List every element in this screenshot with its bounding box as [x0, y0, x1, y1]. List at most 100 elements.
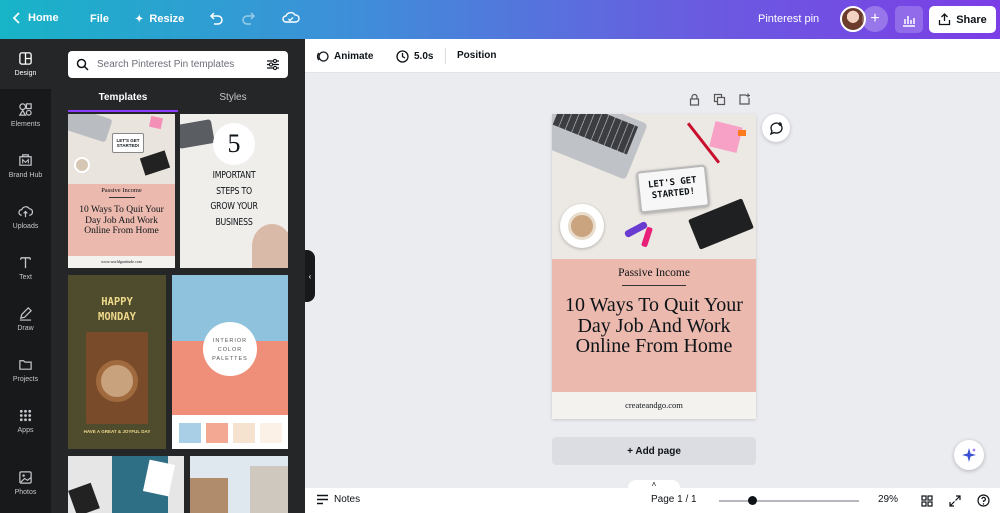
magic-assistant-button[interactable] — [954, 440, 984, 470]
add-comment-button[interactable] — [762, 114, 790, 142]
rail-item-draw[interactable]: Draw — [0, 294, 51, 344]
palette-swatch — [179, 423, 201, 443]
template-title: INTERIOR COLOR PALETTES — [203, 322, 257, 376]
search-icon — [76, 58, 89, 71]
add-collaborator-button[interactable]: + — [862, 6, 888, 32]
template-thumbnail[interactable]: LET'S GET STARTED! Passive Income 10 Way… — [68, 114, 175, 268]
animate-label: Animate — [334, 51, 374, 62]
resize-label: Resize — [149, 13, 185, 25]
rail-item-design[interactable]: Design — [0, 39, 51, 89]
page-indicator[interactable]: Page 1 / 1 — [651, 494, 697, 505]
coffee-cup — [560, 204, 604, 248]
template-footer: www.worldgratitude.com — [68, 256, 175, 268]
lock-icon[interactable] — [688, 93, 701, 106]
chevron-left-icon: ‹ — [308, 271, 312, 281]
rail-item-projects[interactable]: Projects — [0, 345, 51, 395]
position-button[interactable]: Position — [457, 50, 496, 61]
undo-icon — [209, 12, 223, 25]
search-box[interactable] — [68, 51, 288, 78]
rail-item-photos[interactable]: Photos — [0, 458, 51, 508]
template-thumbnail[interactable] — [190, 456, 288, 513]
grid-view-icon — [921, 495, 933, 507]
divider — [445, 48, 446, 64]
rail-item-apps[interactable]: Apps — [0, 396, 51, 446]
help-button[interactable] — [977, 494, 990, 507]
template-photo: LET'S GET STARTED! — [68, 114, 175, 184]
grid-view-button[interactable] — [921, 495, 933, 507]
filter-icon[interactable] — [266, 58, 280, 71]
template-subtitle: Passive Income — [101, 187, 142, 194]
cloud-upload-icon — [18, 206, 33, 218]
add-page-button[interactable]: + Add page — [552, 437, 756, 465]
rail-label: Draw — [17, 325, 34, 332]
home-button[interactable]: Home — [12, 12, 59, 24]
pin-subtitle: Passive Income — [618, 267, 690, 279]
template-thumbnail[interactable] — [68, 456, 184, 513]
share-button[interactable]: Share — [929, 6, 996, 33]
template-number: 5 — [213, 123, 255, 165]
tab-templates[interactable]: Templates — [68, 88, 178, 112]
rail-item-brand-hub[interactable]: Brand Hub — [0, 141, 51, 191]
help-icon — [977, 494, 990, 507]
bottom-bar: Notes Page 1 / 1 29% — [305, 488, 1000, 513]
search-input[interactable] — [97, 59, 258, 70]
text-icon — [20, 257, 31, 269]
pin-text-panel: Passive Income 10 Ways To Quit Your Day … — [552, 259, 756, 392]
pin-sign: LET'S GET STARTED! — [635, 164, 711, 214]
fullscreen-button[interactable] — [949, 495, 961, 507]
duration-label: 5.0s — [414, 51, 434, 62]
notes-button[interactable]: Notes — [316, 494, 360, 505]
redo-button[interactable] — [241, 10, 257, 26]
clock-icon — [396, 50, 409, 63]
template-thumbnail[interactable]: INTERIOR COLOR PALETTES — [172, 275, 288, 449]
template-sign: LET'S GET STARTED! — [112, 133, 144, 153]
resize-button[interactable]: ✦ Resize — [135, 13, 184, 25]
pen-icon — [19, 307, 32, 321]
add-page-icon[interactable] — [738, 93, 751, 106]
rail-label: Design — [14, 70, 37, 77]
rail-label: Uploads — [12, 223, 39, 230]
rail-item-text[interactable]: Text — [0, 243, 51, 293]
undo-button[interactable] — [208, 10, 224, 26]
sticky-note — [709, 120, 743, 154]
design-page[interactable]: LET'S GET STARTED! Passive Income 10 Way… — [552, 114, 756, 419]
laptop-shape — [552, 114, 648, 180]
notes-icon — [317, 494, 328, 505]
palette-swatch — [206, 423, 228, 443]
layout-icon — [19, 52, 32, 65]
left-rail: Design Elements Brand Hub Uploads Text D… — [0, 39, 51, 513]
collapse-panel-button[interactable]: ‹ — [305, 250, 315, 302]
template-footer: HAVE A GREAT & JOYFUL DAY — [83, 429, 151, 434]
duplicate-page-icon[interactable] — [713, 93, 726, 106]
image-icon — [19, 471, 32, 484]
template-thumbnail[interactable]: HAPPY MONDAY HAVE A GREAT & JOYFUL DAY — [68, 275, 166, 449]
zoom-slider-track[interactable] — [719, 500, 859, 502]
brand-icon — [19, 154, 32, 166]
pin-title: 10 Ways To Quit Your Day Job And Work On… — [565, 294, 743, 357]
pin-photo: LET'S GET STARTED! — [552, 114, 756, 259]
template-title: 10 Ways To Quit Your Day Job And Work On… — [79, 205, 164, 236]
palette-swatch — [260, 423, 282, 443]
notes-label: Notes — [334, 494, 361, 505]
duration-button[interactable]: 5.0s — [396, 50, 433, 63]
sparkle-icon — [962, 448, 976, 462]
rail-label: Brand Hub — [8, 172, 43, 179]
file-menu-button[interactable]: File — [90, 13, 109, 25]
insights-button[interactable] — [895, 6, 923, 33]
template-title: IMPORTANT STEPS TO GROW YOUR BUSINESS — [210, 170, 258, 228]
zoom-level[interactable]: 29% — [878, 494, 898, 505]
comment-plus-icon — [769, 121, 783, 135]
rail-label: Projects — [12, 376, 39, 383]
folder-icon — [19, 360, 32, 370]
template-thumbnail[interactable]: 5 IMPORTANT STEPS TO GROW YOUR BUSINESS — [180, 114, 288, 268]
tab-styles[interactable]: Styles — [178, 88, 288, 112]
design-title[interactable]: Pinterest pin — [758, 13, 819, 25]
pin-footer: createandgo.com — [552, 392, 756, 419]
animate-button[interactable]: Animate — [316, 50, 373, 63]
rail-item-uploads[interactable]: Uploads — [0, 192, 51, 242]
rail-item-elements[interactable]: Elements — [0, 90, 51, 140]
rail-label: Photos — [14, 489, 37, 496]
cloud-check-icon — [282, 11, 300, 23]
home-label: Home — [28, 12, 59, 24]
save-status-button[interactable] — [282, 10, 300, 26]
